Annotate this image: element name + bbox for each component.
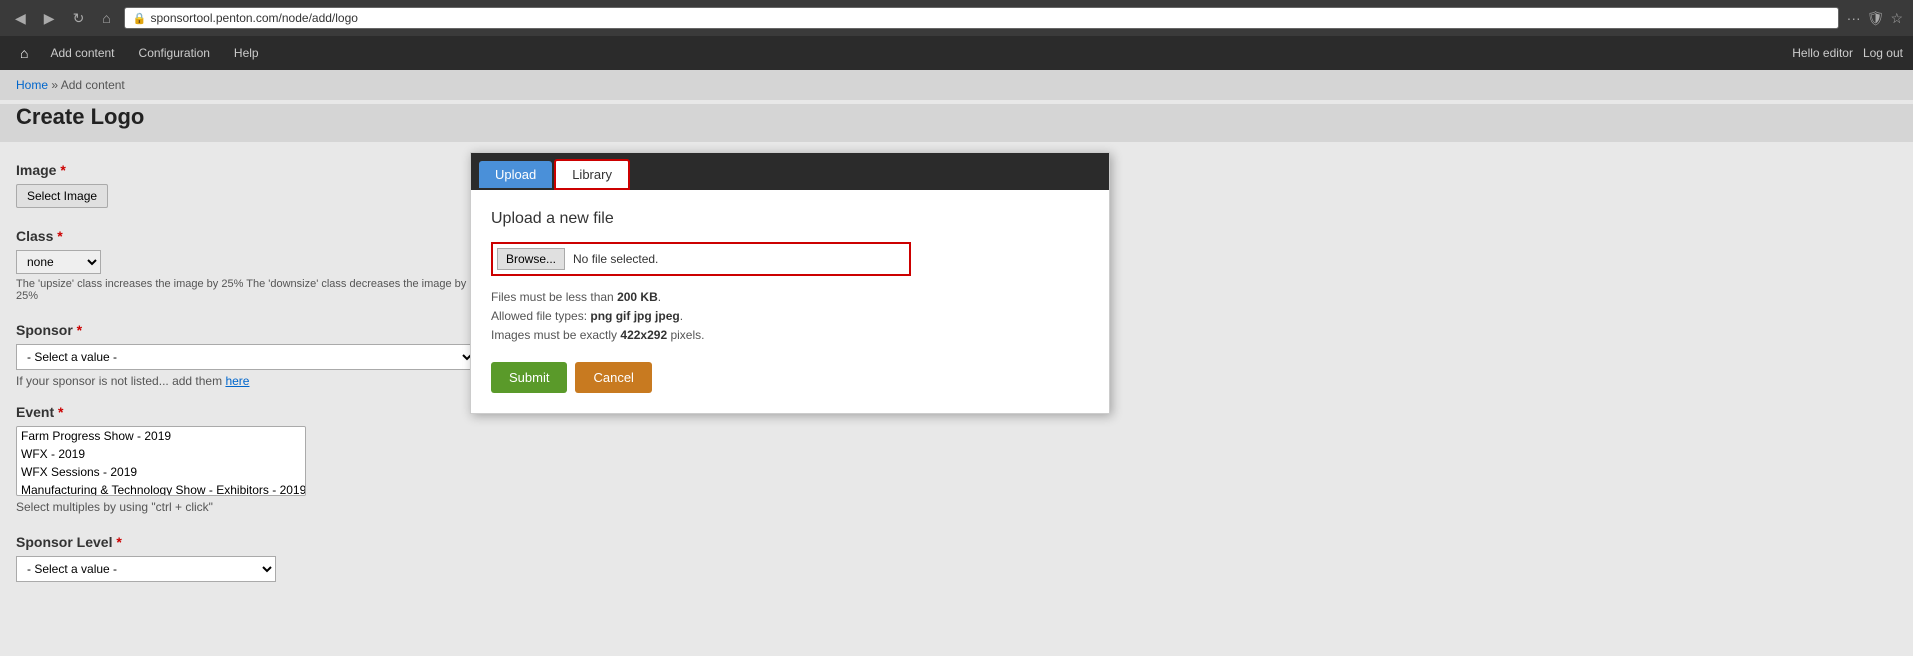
more-icon[interactable]: ··· xyxy=(1847,10,1861,27)
refresh-button[interactable]: ↻ xyxy=(68,8,90,29)
cancel-button[interactable]: Cancel xyxy=(575,362,651,393)
req-size-line: Files must be less than 200 KB. xyxy=(491,288,1089,307)
tab-upload[interactable]: Upload xyxy=(479,161,552,188)
lock-icon: 🔒 xyxy=(133,12,147,25)
req-dims-line: Images must be exactly 422x292 pixels. xyxy=(491,326,1089,345)
req-types-line: Allowed file types: png gif jpg jpeg. xyxy=(491,307,1089,326)
file-requirements: Files must be less than 200 KB. Allowed … xyxy=(491,288,1089,346)
file-input-area: Browse... No file selected. xyxy=(491,242,911,276)
breadcrumb-current: Add content xyxy=(61,78,125,92)
req-types: png gif jpg jpeg xyxy=(590,309,679,323)
file-name-display: No file selected. xyxy=(573,252,658,266)
modal-title: Upload a new file xyxy=(491,210,1089,228)
app-menubar: ⌂ Add content Configuration Help Hello e… xyxy=(0,36,1913,70)
browse-button[interactable]: Browse... xyxy=(497,248,565,270)
modal-dialog: Upload Library Upload a new file Browse.… xyxy=(470,152,1110,414)
breadcrumb-home[interactable]: Home xyxy=(16,78,48,92)
home-button[interactable]: ⌂ xyxy=(97,8,115,28)
browser-actions: ··· 🛡 ☆ xyxy=(1847,10,1903,27)
page-title: Create Logo xyxy=(0,104,1913,142)
url-bar[interactable]: 🔒 sponsortool.penton.com/node/add/logo xyxy=(124,7,1839,29)
modal-overlay: Upload Library Upload a new file Browse.… xyxy=(0,142,1913,622)
req-size: 200 KB xyxy=(617,290,658,304)
tab-library[interactable]: Library xyxy=(554,159,630,190)
back-button[interactable]: ◀ xyxy=(10,8,31,29)
menu-help[interactable]: Help xyxy=(222,36,271,70)
forward-button[interactable]: ▶ xyxy=(39,8,60,29)
breadcrumb-separator: » xyxy=(51,78,58,92)
home-nav-icon[interactable]: ⌂ xyxy=(10,45,38,61)
user-info: Hello editor Log out xyxy=(1792,46,1903,60)
menu-add-content[interactable]: Add content xyxy=(38,36,126,70)
req-dims: 422x292 xyxy=(620,328,667,342)
submit-button[interactable]: Submit xyxy=(491,362,567,393)
user-greeting: Hello editor xyxy=(1792,46,1853,60)
url-text: sponsortool.penton.com/node/add/logo xyxy=(150,11,358,25)
logout-link[interactable]: Log out xyxy=(1863,46,1903,60)
breadcrumb: Home » Add content xyxy=(16,78,1897,92)
main-content: Image * Select Image Class * none upsize… xyxy=(0,142,1913,622)
star-icon[interactable]: ☆ xyxy=(1890,10,1903,27)
menu-configuration[interactable]: Configuration xyxy=(127,36,222,70)
modal-body: Upload a new file Browse... No file sele… xyxy=(471,190,1109,413)
browser-chrome: ◀ ▶ ↻ ⌂ 🔒 sponsortool.penton.com/node/ad… xyxy=(0,0,1913,36)
breadcrumb-area: Home » Add content xyxy=(0,70,1913,100)
modal-tabs: Upload Library xyxy=(471,153,1109,190)
modal-actions: Submit Cancel xyxy=(491,362,1089,393)
pocket-icon[interactable]: 🛡 xyxy=(1867,10,1885,27)
